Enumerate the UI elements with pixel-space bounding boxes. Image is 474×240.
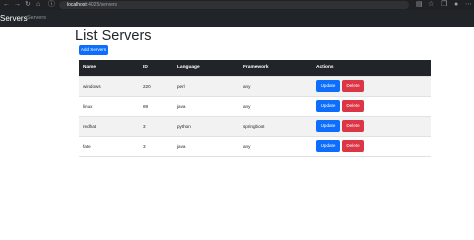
table-row: fate 3 java any Update Delete [79,136,431,156]
page-title: List Servers [75,28,152,44]
header-id: ID [143,65,148,71]
add-server-button[interactable]: Add Servers [79,45,108,55]
update-button[interactable]: Update [316,80,340,92]
delete-button[interactable]: Delete [342,120,364,132]
header-framework: Framework [243,65,269,71]
cell-name: fate [83,143,91,149]
cell-framework: any [243,143,251,149]
header-name: Name [83,65,97,71]
back-icon[interactable]: ← [3,0,10,10]
cell-actions: Update Delete [312,136,431,156]
site-info-icon[interactable]: ⓘ [48,0,55,10]
favorite-icon[interactable]: ☆ [428,0,434,10]
profile-icon[interactable]: ● [454,0,458,10]
browser-toolbar: ← → ↻ ⌂ ⓘ localhost:4025/servers ▤ ☆ ❒ ●… [0,0,474,10]
home-icon[interactable]: ⌂ [36,0,40,10]
menu-icon[interactable]: ⋯ [465,0,472,10]
navbar: Servers Servers [0,10,474,27]
update-button[interactable]: Update [316,100,340,112]
cell-framework: any [243,103,251,109]
table-header-row: Name ID Language Framework Actions [79,60,431,76]
cell-actions: Update Delete [312,76,431,96]
cell-language: java [177,143,186,149]
reader-icon[interactable]: ▤ [416,0,423,10]
cell-language: perl [177,83,185,89]
cell-id: 89 [143,103,149,109]
nav-link-servers[interactable]: Servers [27,10,46,27]
cell-id: 3 [143,143,146,149]
table-row: redhat 3 python springboot Update Delete [79,116,431,136]
cell-actions: Update Delete [312,96,431,116]
url-path: :4025/servers [86,2,118,8]
cell-framework: any [243,83,251,89]
update-button[interactable]: Update [316,120,340,132]
cell-name: redhat [83,123,97,129]
forward-icon[interactable]: → [14,0,21,10]
delete-button[interactable]: Delete [342,140,364,153]
cell-name: windows [83,83,101,89]
reload-icon[interactable]: ↻ [25,0,31,10]
delete-button[interactable]: Delete [342,80,364,92]
cell-language: python [177,123,191,129]
navbar-brand[interactable]: Servers [0,10,28,27]
cell-actions: Update Delete [312,116,431,136]
header-language: Language [177,65,200,71]
cell-id: 3 [143,123,146,129]
cell-id: 220 [143,83,151,89]
delete-button[interactable]: Delete [342,100,364,112]
table-row: linux 89 java any Update Delete [79,96,431,116]
collections-icon[interactable]: ❒ [441,0,447,10]
cell-language: java [177,103,186,109]
cell-name: linux [83,103,93,109]
update-button[interactable]: Update [316,140,340,153]
table-row: windows 220 perl any Update Delete [79,76,431,96]
servers-table: Name ID Language Framework Actions windo… [79,60,431,156]
url-host: localhost [67,2,87,8]
address-bar[interactable]: localhost:4025/servers [59,1,409,9]
servers-table-container: Name ID Language Framework Actions windo… [79,60,431,157]
header-actions: Actions [316,65,334,71]
cell-framework: springboot [243,123,265,129]
